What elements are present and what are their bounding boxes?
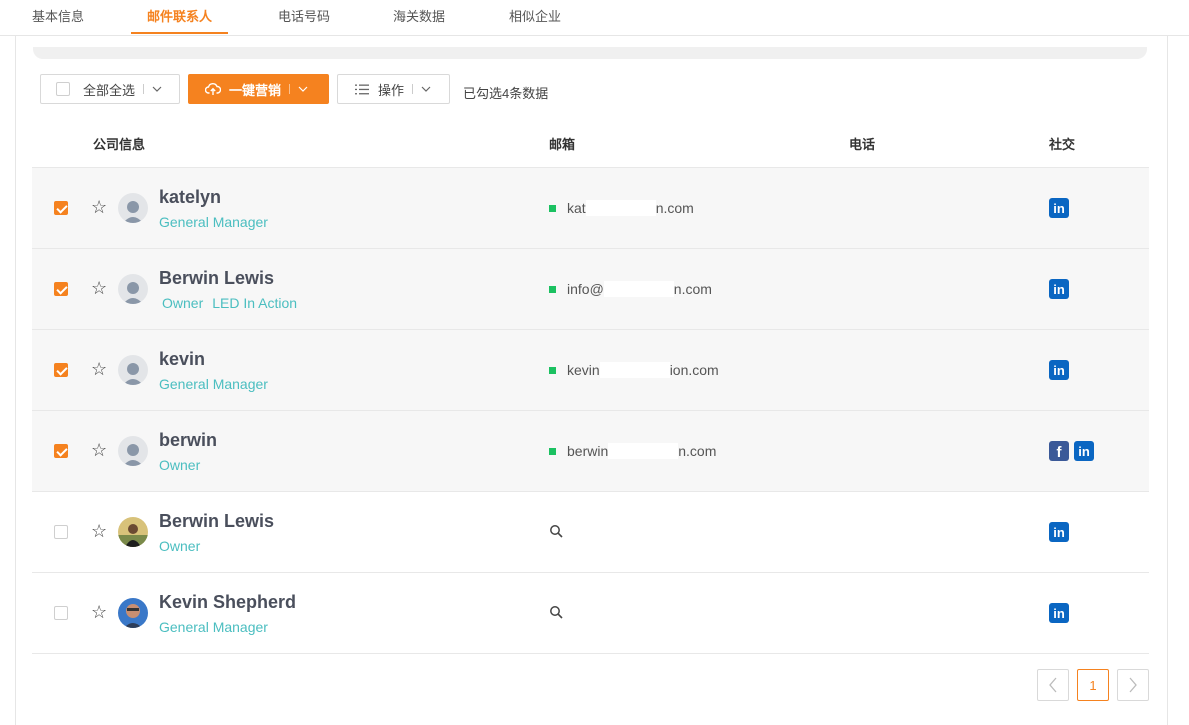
chevron-down-icon (152, 86, 162, 92)
select-all-checkbox[interactable] (56, 82, 70, 96)
search-email-icon[interactable] (549, 524, 564, 539)
company-name: LED In Action (212, 295, 298, 311)
tab-phone-numbers[interactable]: 电话号码 (278, 6, 330, 25)
social-links: in (1049, 522, 1069, 542)
tab-customs-data[interactable]: 海关数据 (393, 6, 445, 25)
table-row[interactable]: ☆ Berwin Lewis Owner in (32, 492, 1149, 573)
avatar (118, 436, 148, 466)
list-icon (355, 84, 369, 94)
page-number-button[interactable]: 1 (1077, 669, 1109, 701)
contact-role: General Manager (159, 619, 268, 635)
linkedin-icon[interactable]: in (1049, 360, 1069, 380)
contact-name[interactable]: Berwin Lewis (159, 268, 274, 289)
contact-email[interactable]: kat n.com (549, 200, 694, 216)
linkedin-icon[interactable]: in (1049, 603, 1069, 623)
contact-role: Owner LED In Action (162, 295, 298, 311)
avatar (118, 355, 148, 385)
cloud-upload-icon (205, 83, 221, 95)
social-links: f in (1049, 441, 1094, 461)
contact-role: Owner (159, 457, 201, 473)
contact-email[interactable]: info@ n.com (549, 281, 712, 297)
header-social: 社交 (1049, 137, 1076, 152)
chevron-right-icon (1129, 677, 1137, 693)
contact-name[interactable]: Berwin Lewis (159, 511, 274, 532)
star-icon[interactable]: ☆ (91, 279, 107, 297)
search-email-icon[interactable] (549, 605, 564, 620)
contact-role: General Manager (159, 214, 268, 230)
contact-role: General Manager (159, 376, 268, 392)
facebook-icon[interactable]: f (1049, 441, 1069, 461)
row-checkbox[interactable] (54, 363, 68, 377)
social-links: in (1049, 198, 1069, 218)
email-verified-dot (549, 204, 556, 212)
select-all-dropdown[interactable]: 全部全选 (40, 74, 180, 104)
contact-name[interactable]: Kevin Shepherd (159, 592, 296, 613)
header-email: 邮箱 (549, 137, 576, 152)
row-checkbox[interactable] (54, 282, 68, 296)
tab-basic-info[interactable]: 基本信息 (32, 6, 84, 25)
row-checkbox[interactable] (54, 201, 68, 215)
row-checkbox[interactable] (54, 444, 68, 458)
table-row[interactable]: ☆ Berwin Lewis Owner LED In Action info@ n… (32, 249, 1149, 330)
star-icon[interactable]: ☆ (91, 360, 107, 378)
operations-label: 操作 (378, 82, 405, 98)
chevron-down-icon (298, 86, 308, 92)
email-verified-dot (549, 447, 556, 455)
contact-email[interactable]: kevin ion.com (549, 362, 719, 378)
social-links: in (1049, 360, 1069, 380)
header-company-info: 公司信息 (93, 137, 146, 152)
tab-email-contacts[interactable]: 邮件联系人 (147, 6, 212, 25)
avatar (118, 193, 148, 223)
star-icon[interactable]: ☆ (91, 603, 107, 621)
table-row[interactable]: ☆ kevin General Manager kevin ion.com in (32, 330, 1149, 411)
contact-name[interactable]: katelyn (159, 187, 221, 208)
chevron-down-icon (421, 86, 431, 92)
social-links: in (1049, 603, 1069, 623)
select-all-label: 全部全选 (83, 82, 136, 98)
row-checkbox[interactable] (54, 525, 68, 539)
chevron-left-icon (1049, 677, 1057, 693)
next-page-button[interactable] (1117, 669, 1149, 701)
contact-name[interactable]: kevin (159, 349, 205, 370)
contact-email[interactable]: berwin n.com (549, 443, 716, 459)
one-click-marketing-button[interactable]: 一键营销 (188, 74, 329, 104)
table-row[interactable]: ☆ berwin Owner berwin n.com f in (32, 411, 1149, 492)
marketing-label: 一键营销 (229, 82, 282, 98)
email-verified-dot (549, 366, 556, 374)
operations-dropdown[interactable]: 操作 (337, 74, 450, 104)
email-verified-dot (549, 285, 556, 293)
star-icon[interactable]: ☆ (91, 198, 107, 216)
linkedin-icon[interactable]: in (1074, 441, 1094, 461)
avatar (118, 274, 148, 304)
contact-name[interactable]: berwin (159, 430, 217, 451)
row-checkbox[interactable] (54, 606, 68, 620)
star-icon[interactable]: ☆ (91, 522, 107, 540)
panel-top-bar (33, 47, 1147, 59)
tab-similar-companies[interactable]: 相似企业 (509, 6, 561, 25)
selection-count-text: 已勾选4条数据 (463, 86, 549, 101)
star-icon[interactable]: ☆ (91, 441, 107, 459)
active-tab-indicator (131, 32, 228, 34)
prev-page-button[interactable] (1037, 669, 1069, 701)
avatar (118, 598, 148, 628)
table-row[interactable]: ☆ katelyn General Manager kat n.com in (32, 168, 1149, 249)
linkedin-icon[interactable]: in (1049, 198, 1069, 218)
table-row[interactable]: ☆ Kevin Shepherd General Manager in (32, 573, 1149, 654)
contact-role: Owner (159, 538, 201, 554)
linkedin-icon[interactable]: in (1049, 279, 1069, 299)
linkedin-icon[interactable]: in (1049, 522, 1069, 542)
header-phone: 电话 (849, 137, 876, 152)
tab-bar: 基本信息 邮件联系人 电话号码 海关数据 相似企业 (0, 0, 1189, 36)
social-links: in (1049, 279, 1069, 299)
avatar (118, 517, 148, 547)
